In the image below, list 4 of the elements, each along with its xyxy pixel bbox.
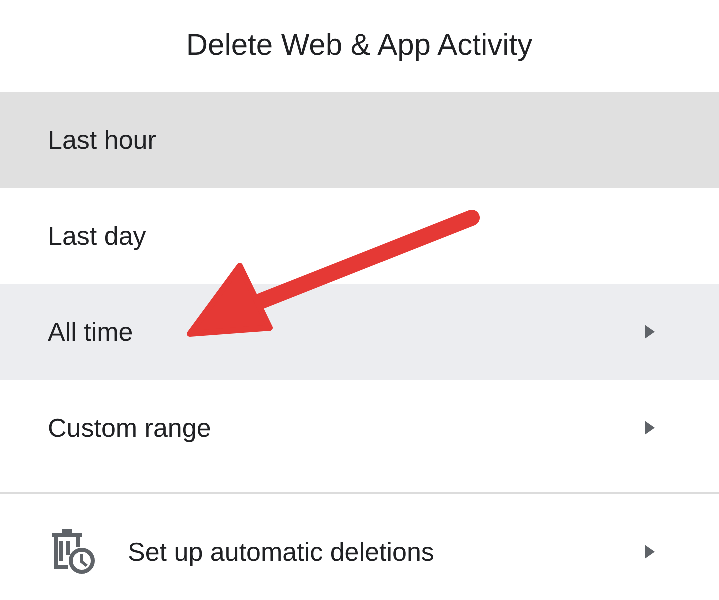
- dialog-title: Delete Web & App Activity: [185, 28, 534, 64]
- trash-clock-icon: [50, 529, 96, 575]
- menu-item[interactable]: All time: [0, 284, 719, 380]
- menu-item[interactable]: Last hour: [0, 92, 719, 188]
